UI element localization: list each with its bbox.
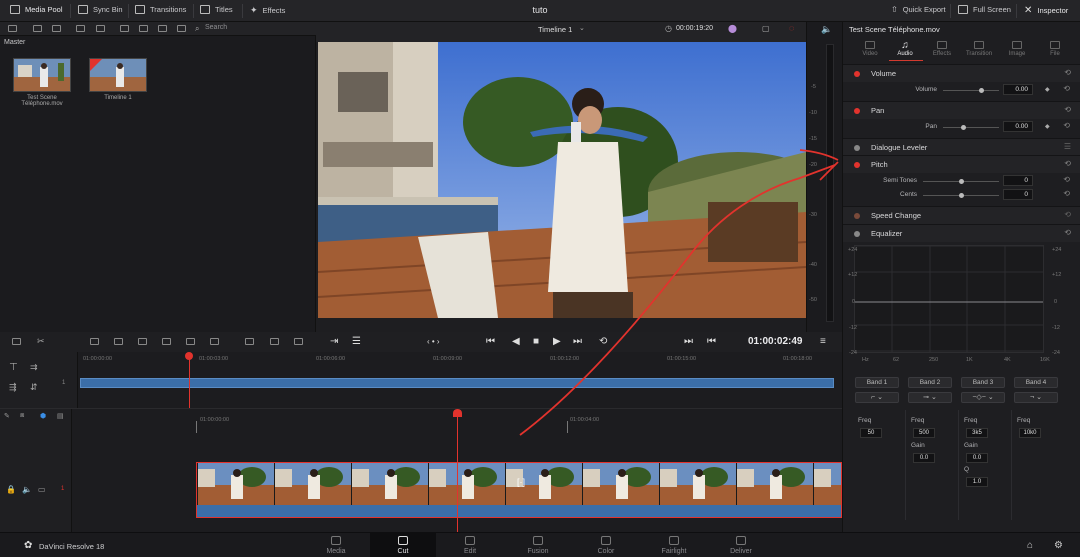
edit-page-icon (465, 536, 475, 545)
annotation-overlay (519, 149, 839, 436)
media-page-icon (331, 536, 341, 545)
page-tab-deliver[interactable]: Deliver (708, 533, 774, 557)
page-tab-media[interactable]: Media (303, 533, 369, 557)
fusion-page-icon (533, 536, 543, 545)
deliver-page-icon (736, 536, 746, 545)
fairlight-page-icon (669, 536, 679, 545)
app-name: DaVinci Resolve 18 (39, 542, 105, 551)
page-tab-edit[interactable]: Edit (437, 533, 503, 557)
davinci-logo-icon: ✿ (24, 540, 33, 551)
page-tab-color[interactable]: Color (573, 533, 639, 557)
page-tab-fairlight[interactable]: Fairlight (641, 533, 707, 557)
page-bar: ✿ DaVinci Resolve 18 Media Cut Edit Fusi… (0, 532, 1080, 557)
color-page-icon (601, 536, 611, 545)
home-icon[interactable]: ⌂ (1027, 540, 1033, 551)
cut-page-icon (398, 536, 408, 545)
page-tab-cut[interactable]: Cut (370, 533, 436, 557)
settings-icon[interactable]: ⚙ (1054, 540, 1063, 551)
page-tab-fusion[interactable]: Fusion (505, 533, 571, 557)
